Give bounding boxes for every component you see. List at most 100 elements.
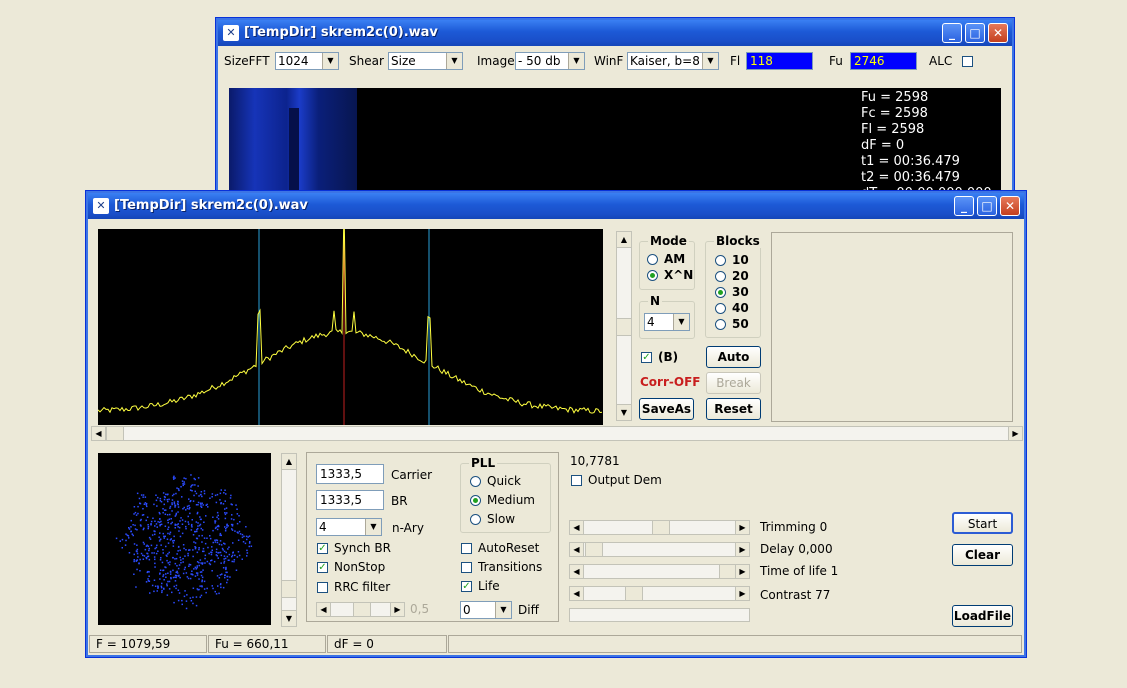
constellation-point [164, 525, 167, 527]
constellation-point [173, 539, 175, 542]
maximize-icon[interactable]: □ [965, 23, 985, 43]
chevron-down-icon[interactable]: ▼ [568, 53, 584, 69]
chevron-down-icon[interactable]: ▼ [673, 314, 689, 330]
loadfile-button[interactable]: LoadFile [952, 605, 1013, 627]
trimming-slider[interactable]: ◀ ▶ [569, 520, 750, 535]
delay-thumb[interactable] [585, 543, 603, 556]
chevron-down-icon[interactable]: ▼ [702, 53, 718, 69]
scroll-right-icon[interactable]: ▶ [735, 587, 749, 600]
back-window-titlebar[interactable]: ✕ [TempDir] skrem2c(0).wav _ □ ✕ [218, 20, 1012, 46]
reset-button[interactable]: Reset [706, 398, 761, 420]
fl-field[interactable]: 118 [746, 52, 813, 70]
autoreset-label: AutoReset [478, 541, 540, 555]
sizefft-select[interactable]: 1024 ▼ [275, 52, 339, 70]
scroll-right-icon[interactable]: ▶ [735, 543, 749, 556]
pll-quick-radio[interactable] [470, 476, 481, 487]
scroll-left-icon[interactable]: ◀ [570, 587, 584, 600]
blocks-40-label: 40 [732, 301, 749, 315]
spectrum-display[interactable] [98, 229, 603, 425]
n-select[interactable]: 4 ▼ [644, 313, 690, 331]
pll-medium-radio[interactable] [470, 495, 481, 506]
constellation-point [162, 574, 165, 576]
br-input[interactable]: 1333,5 [316, 490, 384, 510]
contrast-slider[interactable]: ◀ ▶ [569, 586, 750, 601]
trimming-thumb[interactable] [652, 521, 670, 534]
spectrum-hscroll[interactable]: ◀ ▶ [91, 426, 1023, 441]
blocks-50-radio[interactable] [715, 319, 726, 330]
break-button[interactable]: Break [706, 372, 761, 394]
minimize-icon[interactable]: _ [954, 196, 974, 216]
scroll-right-icon[interactable]: ▶ [735, 565, 749, 578]
waterfall-display[interactable]: Fu = 2598 Fc = 2598 Fl = 2598 dF = 0 t1 … [229, 88, 1001, 206]
contrast-thumb[interactable] [625, 587, 643, 600]
maximize-icon[interactable]: □ [977, 196, 997, 216]
diff-select[interactable]: 0 ▼ [460, 601, 512, 619]
time-of-life-slider[interactable]: ◀ ▶ [569, 564, 750, 579]
alc-checkbox[interactable] [962, 56, 973, 67]
autoreset-checkbox[interactable] [461, 543, 472, 554]
scroll-left-icon[interactable]: ◀ [570, 565, 584, 578]
start-button[interactable]: Start [952, 512, 1013, 534]
constellation-point [191, 490, 193, 492]
rrc-filter-checkbox[interactable] [317, 582, 328, 593]
image-select[interactable]: - 50 db ▼ [515, 52, 585, 70]
constellation-point [168, 498, 170, 501]
shear-select[interactable]: Size ▼ [388, 52, 463, 70]
minimize-icon[interactable]: _ [942, 23, 962, 43]
winf-select[interactable]: Kaiser, b=8 ▼ [627, 52, 719, 70]
blocks-10-radio[interactable] [715, 255, 726, 266]
rrc-slider[interactable]: ◀ ▶ [316, 602, 405, 617]
scroll-up-icon[interactable]: ▲ [617, 232, 631, 248]
scroll-right-icon[interactable]: ▶ [1008, 427, 1022, 440]
scroll-left-icon[interactable]: ◀ [92, 427, 106, 440]
scroll-thumb[interactable] [106, 427, 124, 440]
scroll-right-icon[interactable]: ▶ [735, 521, 749, 534]
scroll-left-icon[interactable]: ◀ [570, 543, 584, 556]
fu-field[interactable]: 2746 [850, 52, 917, 70]
scroll-thumb[interactable] [617, 318, 631, 336]
scroll-left-icon[interactable]: ◀ [570, 521, 584, 534]
auto-button[interactable]: Auto [706, 346, 761, 368]
chevron-down-icon[interactable]: ▼ [495, 602, 511, 618]
mode-am-radio[interactable] [647, 254, 658, 265]
blocks-20-radio[interactable] [715, 271, 726, 282]
constellation-vscroll[interactable]: ▲ ▼ [281, 453, 297, 627]
back-window-title: [TempDir] skrem2c(0).wav [244, 25, 438, 40]
life-checkbox[interactable]: ✓ [461, 581, 472, 592]
constellation-point [153, 579, 156, 581]
spectrum-vscroll[interactable]: ▲ ▼ [616, 231, 632, 421]
blocks-40-radio[interactable] [715, 303, 726, 314]
carrier-input[interactable]: 1333,5 [316, 464, 384, 484]
synch-br-checkbox[interactable]: ✓ [317, 543, 328, 554]
chevron-down-icon[interactable]: ▼ [446, 53, 462, 69]
chevron-down-icon[interactable]: ▼ [322, 53, 338, 69]
constellation-point [182, 482, 184, 485]
delay-slider[interactable]: ◀ ▶ [569, 542, 750, 557]
clear-button[interactable]: Clear [952, 544, 1013, 566]
nonstop-checkbox[interactable]: ✓ [317, 562, 328, 573]
constellation-point [178, 575, 180, 577]
transitions-checkbox[interactable] [461, 562, 472, 573]
scroll-left-icon[interactable]: ◀ [317, 603, 331, 616]
front-window-titlebar[interactable]: ✕ [TempDir] skrem2c(0).wav _ □ ✕ [88, 193, 1024, 219]
pll-slow-radio[interactable] [470, 514, 481, 525]
constellation-point [185, 477, 187, 480]
scroll-down-icon[interactable]: ▼ [617, 404, 631, 420]
b-checkbox[interactable]: ✓ [641, 352, 652, 363]
chevron-down-icon[interactable]: ▼ [365, 519, 381, 535]
constellation-point [176, 524, 178, 526]
constellation-point [159, 500, 162, 502]
scroll-down-icon[interactable]: ▼ [282, 610, 296, 626]
scroll-thumb[interactable] [353, 603, 371, 616]
scroll-thumb[interactable] [282, 580, 296, 598]
constellation-point [225, 566, 227, 569]
close-icon[interactable]: ✕ [988, 23, 1008, 43]
output-dem-checkbox[interactable] [571, 475, 582, 486]
saveas-button[interactable]: SaveAs [639, 398, 694, 420]
scroll-up-icon[interactable]: ▲ [282, 454, 296, 470]
scroll-right-icon[interactable]: ▶ [390, 603, 404, 616]
nary-select[interactable]: 4 ▼ [316, 518, 382, 536]
blocks-30-radio[interactable] [715, 287, 726, 298]
close-icon[interactable]: ✕ [1000, 196, 1020, 216]
mode-xn-radio[interactable] [647, 270, 658, 281]
